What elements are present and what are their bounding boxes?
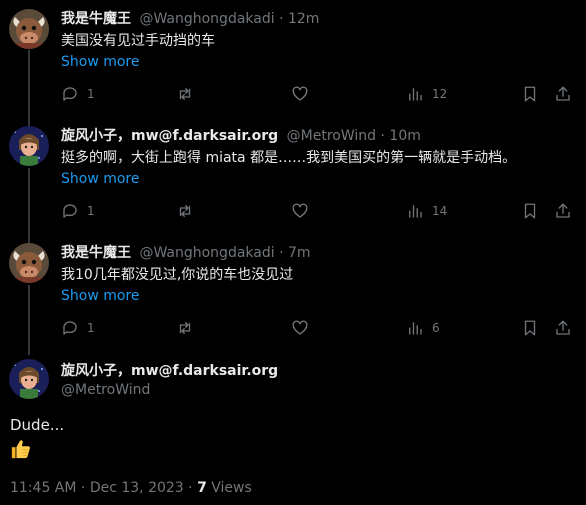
tweet[interactable]: 旋风小子，mw@f.darksair.org @MetroWind · 10m … [0,126,586,226]
handle[interactable]: @Wanghongdakadi [139,11,274,27]
retweet-button[interactable] [176,317,194,339]
tweet-header: 我是牛魔王 @Wanghongdakadi · 12m [61,9,319,29]
avatar-character[interactable] [9,359,49,399]
share-button[interactable] [554,83,572,105]
share-button[interactable] [554,317,572,339]
separator-dot: · [279,11,288,27]
views-button[interactable]: 6 [406,317,440,339]
reply-icon [63,87,77,101]
retweet-icon [179,205,191,217]
views-count: 12 [432,87,448,101]
main-handle[interactable]: @MetroWind [61,380,150,400]
like-button[interactable] [291,200,309,222]
tweet[interactable]: 我是牛魔王 @Wanghongdakadi · 7m 我10几年都没见过,你说的… [0,243,586,343]
timestamp[interactable]: 7m [288,245,311,261]
tweet-text: 挺多的啊，大街上跑得 miata 都是……我到美国买的第一辆就是手动档。 [61,150,517,166]
reply-button[interactable]: 1 [61,83,95,105]
share-icon [556,320,570,335]
views-button[interactable]: 12 [406,83,447,105]
heart-icon [292,320,308,335]
reply-icon [63,204,77,218]
timestamp[interactable]: 12m [288,11,319,27]
separator-dot: · [188,480,198,496]
reply-count: 1 [87,321,95,335]
like-button[interactable] [291,83,309,105]
reply-count: 1 [87,204,95,218]
analytics-icon [409,205,422,218]
main-tweet-text: Dude... [10,416,65,434]
main-display-name[interactable]: 旋风小子，mw@f.darksair.org [61,361,278,381]
show-more-link[interactable]: Show more [61,169,140,189]
tweet-text: 我10几年都没见过,你说的车也没见过 [61,267,294,283]
tweet-header: 旋风小子，mw@f.darksair.org @MetroWind · 10m [61,126,421,146]
action-bar: 1 6 [61,317,586,339]
handle[interactable]: @MetroWind [287,128,376,144]
tweet-text: 美国没有见过手动挡的车 [61,33,215,49]
share-button[interactable] [554,200,572,222]
share-icon [556,203,570,218]
timestamp[interactable]: 10m [389,128,420,144]
bookmark-icon [524,86,536,102]
analytics-icon [409,322,422,335]
tweet-meta: 11:45 AM · Dec 13, 2023 · 7 Views [10,478,252,498]
avatar-bull[interactable] [9,243,49,283]
views-count: 14 [432,204,448,218]
avatar-bull[interactable] [9,9,49,49]
show-more-link[interactable]: Show more [61,286,140,306]
avatar-character[interactable] [9,126,49,166]
show-more-link[interactable]: Show more [61,52,140,72]
tweet-header: 我是牛魔王 @Wanghongdakadi · 7m [61,243,311,263]
views-count: 6 [432,321,440,335]
share-icon [556,86,570,101]
display-name[interactable]: 我是牛魔王 [61,245,131,261]
bookmark-icon [524,203,536,219]
separator-dot: · [80,480,90,496]
heart-icon [292,86,308,101]
bookmark-button[interactable] [521,317,539,339]
views-button[interactable]: 14 [406,200,447,222]
retweet-button[interactable] [176,200,194,222]
reply-count: 1 [87,87,95,101]
action-bar: 1 12 [61,83,586,105]
analytics-icon [409,88,422,101]
separator-dot: · [279,245,288,261]
tweet[interactable]: 我是牛魔王 @Wanghongdakadi · 12m 美国没有见过手动挡的车 … [0,9,586,109]
action-bar: 1 14 [61,200,586,222]
display-name[interactable]: 旋风小子，mw@f.darksair.org [61,128,278,144]
main-views-label: Views [211,480,252,496]
retweet-icon [179,322,191,334]
main-views-count[interactable]: 7 [197,480,207,496]
handle[interactable]: @Wanghongdakadi [139,245,274,261]
main-date[interactable]: Dec 13, 2023 [90,480,184,496]
bookmark-icon [524,320,536,336]
reply-button[interactable]: 1 [61,317,95,339]
bookmark-button[interactable] [521,83,539,105]
like-button[interactable] [291,317,309,339]
display-name[interactable]: 我是牛魔王 [61,11,131,27]
reply-button[interactable]: 1 [61,200,95,222]
retweet-button[interactable] [176,83,194,105]
heart-icon [292,203,308,218]
main-timestamp[interactable]: 11:45 AM [10,480,76,496]
thumbs-up-icon [10,438,32,460]
reply-icon [63,321,77,335]
retweet-icon [179,88,191,100]
bookmark-button[interactable] [521,200,539,222]
